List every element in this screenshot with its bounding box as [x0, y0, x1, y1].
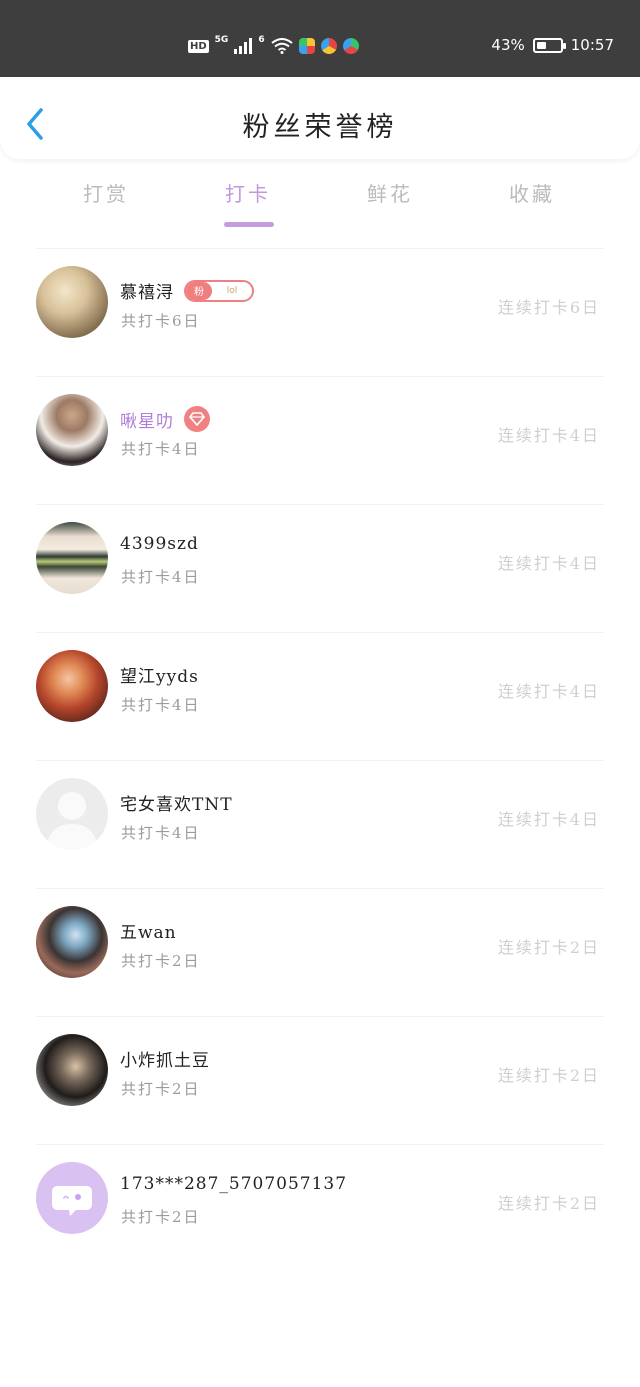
avatar[interactable]	[36, 522, 108, 594]
divider	[36, 760, 604, 761]
tab-flowers[interactable]: 鲜花	[330, 178, 450, 207]
fan-level-badge: 粉 lol	[184, 279, 254, 302]
avatar[interactable]	[36, 906, 108, 978]
fan-name[interactable]: 173***287_5707057137	[120, 1174, 347, 1194]
divider	[36, 1144, 604, 1145]
divider	[36, 632, 604, 633]
list-item[interactable]: 慕禧浔 粉 lol 共打卡6日 连续打卡6日	[0, 248, 640, 376]
total-checkin-days: 共打卡4日	[121, 568, 201, 586]
fan-name[interactable]: 4399szd	[120, 534, 199, 554]
total-checkin-days: 共打卡4日	[121, 696, 201, 714]
fan-name[interactable]: 望江yyds	[120, 662, 199, 687]
total-checkin-days: 共打卡4日	[121, 824, 201, 842]
navigation-bar: 粉丝荣誉榜	[0, 77, 640, 159]
total-checkin-days: 共打卡2日	[121, 952, 201, 970]
status-icons: HD 5G 6	[188, 34, 359, 58]
app-notification-icon	[298, 38, 315, 54]
streak-checkin-days: 连续打卡2日	[497, 1194, 600, 1213]
list-item[interactable]: 啾星叻 共打卡4日 连续打卡4日	[0, 376, 640, 504]
list-item[interactable]: 宅女喜欢TNT 共打卡4日 连续打卡4日	[0, 760, 640, 888]
list-item[interactable]: 五wan 共打卡2日 连续打卡2日	[0, 888, 640, 1016]
tab-bar: 打赏 打卡 鲜花 收藏	[0, 178, 640, 228]
tab-checkin[interactable]: 打卡	[188, 178, 308, 207]
total-checkin-days: 共打卡2日	[121, 1208, 201, 1226]
app-notification-icon-3	[342, 38, 359, 54]
avatar[interactable]	[36, 1034, 108, 1106]
battery-percent: 43%	[491, 36, 525, 54]
battery-icon	[532, 37, 566, 53]
streak-checkin-days: 连续打卡4日	[497, 426, 600, 445]
streak-checkin-days: 连续打卡4日	[497, 682, 600, 701]
divider	[36, 248, 604, 249]
status-bar: HD 5G 6 43% 10:57	[0, 0, 640, 77]
hd-indicator: HD	[188, 39, 209, 53]
network-5g-label: 5G	[214, 35, 229, 45]
user-silhouette-icon	[46, 792, 98, 850]
fan-name[interactable]: 慕禧浔	[120, 278, 174, 303]
streak-checkin-days: 连续打卡2日	[497, 938, 600, 957]
wifi-icon	[270, 38, 293, 54]
chat-bubble-icon	[52, 1186, 92, 1216]
divider	[36, 1016, 604, 1017]
default-avatar[interactable]	[36, 778, 108, 850]
divider	[36, 888, 604, 889]
default-avatar[interactable]	[36, 1162, 108, 1234]
clock: 10:57	[570, 36, 614, 54]
fan-name[interactable]: 宅女喜欢TNT	[120, 790, 233, 815]
fan-name[interactable]: 啾星叻	[120, 407, 174, 432]
divider	[36, 504, 604, 505]
streak-checkin-days: 连续打卡6日	[497, 298, 600, 317]
active-tab-indicator	[224, 222, 274, 227]
page-title: 粉丝荣誉榜	[242, 112, 398, 143]
streak-checkin-days: 连续打卡2日	[497, 1066, 600, 1085]
list-item[interactable]: 4399szd 共打卡4日 连续打卡4日	[0, 504, 640, 632]
avatar[interactable]	[36, 394, 108, 466]
streak-checkin-days: 连续打卡4日	[497, 554, 600, 573]
network-6-label: 6	[258, 35, 265, 45]
total-checkin-days: 共打卡4日	[121, 440, 201, 458]
avatar[interactable]	[36, 650, 108, 722]
diamond-badge-icon	[184, 406, 210, 432]
avatar[interactable]	[36, 266, 108, 338]
tab-favorites[interactable]: 收藏	[472, 178, 592, 207]
total-checkin-days: 共打卡2日	[121, 1080, 201, 1098]
tab-reward[interactable]: 打赏	[46, 178, 166, 207]
list-item[interactable]: 望江yyds 共打卡4日 连续打卡4日	[0, 632, 640, 760]
fan-badge-text: lol	[226, 285, 238, 296]
streak-checkin-days: 连续打卡4日	[497, 810, 600, 829]
signal-icon	[234, 38, 253, 54]
divider	[36, 376, 604, 377]
list-item[interactable]: 173***287_5707057137 共打卡2日 连续打卡2日	[0, 1144, 640, 1272]
fan-name[interactable]: 五wan	[120, 918, 177, 943]
fan-name[interactable]: 小炸抓土豆	[120, 1046, 210, 1071]
status-right: 43% 10:57	[491, 36, 614, 54]
app-notification-icon-2	[320, 38, 337, 54]
list-item[interactable]: 小炸抓土豆 共打卡2日 连续打卡2日	[0, 1016, 640, 1144]
total-checkin-days: 共打卡6日	[121, 312, 201, 330]
fan-badge-label: 粉	[186, 281, 212, 300]
